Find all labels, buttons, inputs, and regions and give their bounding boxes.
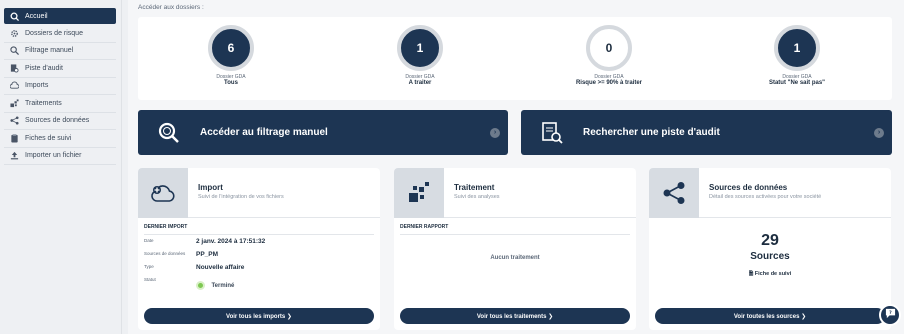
info-key: Sources de données [144,251,186,256]
import-card: Import Suivi de l'intégration de vos fic… [138,168,380,330]
sidebar-item-label: Dossiers de risque [25,29,83,37]
audit-button[interactable]: Rechercher une piste d'audit › [521,110,892,155]
filter-button[interactable]: Accéder au filtrage manuel › [138,110,508,155]
stat-circle: 1 [774,25,820,71]
fiche-de-suivi-label: Fiche de suivi [754,271,792,277]
empty-message: Aucun traitement [490,255,540,261]
info-key: Date [144,238,154,243]
sidebar-item-label: Piste d'audit [25,64,63,72]
chevron-right-icon: › [490,127,500,138]
stat-tous[interactable]: 6 Dossier GDA Tous [171,25,291,86]
divider [400,234,630,235]
share-nodes-icon [649,168,699,218]
sidebar-item-dossiers-de-risque[interactable]: Dossiers de risque [4,25,116,43]
card-header: Sources de données Détail des sources ac… [649,168,891,218]
info-row-status: Statut Terminé [138,274,380,295]
chevron-right-icon: › [874,127,884,138]
sidebar-item-imports[interactable]: Imports [4,78,116,95]
search-circle-icon [156,120,182,146]
info-row-date: Date 2 janv. 2024 à 17:51:32 [138,235,380,248]
sidebar-item-label: Filtrage manuel [25,47,74,55]
status-dot-icon [196,281,205,291]
stats-card: 6 Dossier GDA Tous 1 Dossier GDA A trait… [138,17,892,100]
info-row-type: Type Nouvelle affaire [138,261,380,274]
section-label: DERNIER RAPPORT [400,224,449,230]
info-key: Statut [144,277,156,282]
info-value: 2 janv. 2024 à 17:51:32 [196,238,266,245]
card-desc: Suivi des analyses [454,194,500,200]
sidebar-item-sources-de-donnees[interactable]: Sources de données [4,113,116,130]
chat-button[interactable]: ? [879,304,901,326]
cloud-upload-icon [9,81,19,91]
sidebar-item-importer-un-fichier[interactable]: Importer un fichier [4,148,116,165]
sources-card: Sources de données Détail des sources ac… [649,168,891,330]
sidebar-item-traitements[interactable]: Traitements [4,95,116,113]
section-label: DERNIER IMPORT [144,224,188,230]
card-title: Sources de données [709,183,788,192]
chat-bubble-icon: ? [885,306,896,324]
card-title: Import [198,183,223,192]
info-value: Nouvelle affaire [196,264,245,271]
sources-count: 29 [761,232,779,249]
sidebar-item-accueil[interactable]: Accueil [4,8,116,24]
sources-label: Sources [750,251,790,262]
info-row-source: Sources de données PP_PM [138,248,380,261]
clipboard-icon [9,133,19,143]
audit-button-label: Rechercher une piste d'audit [583,127,720,138]
stat-circle: 1 [397,25,443,71]
card-desc: Suivi de l'intégration de vos fichiers [198,194,284,200]
card-desc: Détail des sources activées pour votre s… [709,194,822,200]
info-value: PP_PM [196,251,219,258]
treatment-card: Traitement Suivi des analyses DERNIER RA… [394,168,636,330]
stat-a-traiter[interactable]: 1 Dossier GDA A traiter [360,25,480,86]
card-header: Import Suivi de l'intégration de vos fic… [138,168,380,218]
stat-ne-sait-pas[interactable]: 1 Dossier GDA Statut "Ne sait pas" [737,25,857,86]
access-label: Accéder aux dossiers : [138,4,204,11]
sidebar-item-label: Accueil [25,12,48,20]
sidebar-item-label: Traitements [25,99,62,107]
stat-label: Risque >= 90% à traiter [575,80,643,86]
card-header: Traitement Suivi des analyses [394,168,636,218]
stat-risque[interactable]: 0 Dossier GDA Risque >= 90% à traiter [549,25,669,86]
status-badge: Terminé [211,282,235,289]
sidebar-item-label: Importer un fichier [25,152,82,160]
gear-cluster-icon [9,28,19,38]
cloud-upload-icon [138,168,188,218]
search-circle-icon [9,11,19,21]
filter-button-label: Accéder au filtrage manuel [200,127,328,138]
document-search-icon [539,120,565,146]
stat-label: A traiter [408,80,432,86]
stat-label: Tous [224,80,238,86]
share-nodes-icon [9,116,19,126]
sidebar-item-label: Fiches de suivi [25,134,72,142]
sidebar-item-fiches-de-suivi[interactable]: Fiches de suivi [4,130,116,148]
stat-label: Statut "Ne sait pas" [768,80,826,86]
card-title: Traitement [454,183,495,192]
blocks-icon [394,168,444,218]
blocks-icon [9,98,19,108]
magnifier-icon [9,46,19,56]
fiche-de-suivi-link[interactable]: 🗎 Fiche de suivi [649,270,891,279]
sidebar-item-piste-daudit[interactable]: Piste d'audit [4,60,116,78]
file-icon: 🗎 [748,271,754,277]
stat-circle: 0 [586,25,632,71]
view-imports-button[interactable]: Voir tous les imports ❯ [144,308,374,324]
sidebar-item-label: Sources de données [25,117,90,125]
upload-icon [9,151,19,161]
sidebar-item-label: Imports [25,82,49,90]
view-treatments-button[interactable]: Voir tous les traitements ❯ [400,308,630,324]
sidebar-item-filtrage-manuel[interactable]: Filtrage manuel [4,43,116,60]
svg-text:?: ? [889,310,892,316]
stat-circle: 6 [208,25,254,71]
main-content: Accéder aux dossiers : 6 Dossier GDA Tou… [128,0,904,334]
info-key: Type [144,264,154,269]
view-sources-button[interactable]: Voir toutes les sources ❯ [655,308,885,324]
sidebar: Accueil Dossiers de risque Filtrage manu… [0,0,122,334]
document-search-icon [9,63,19,73]
